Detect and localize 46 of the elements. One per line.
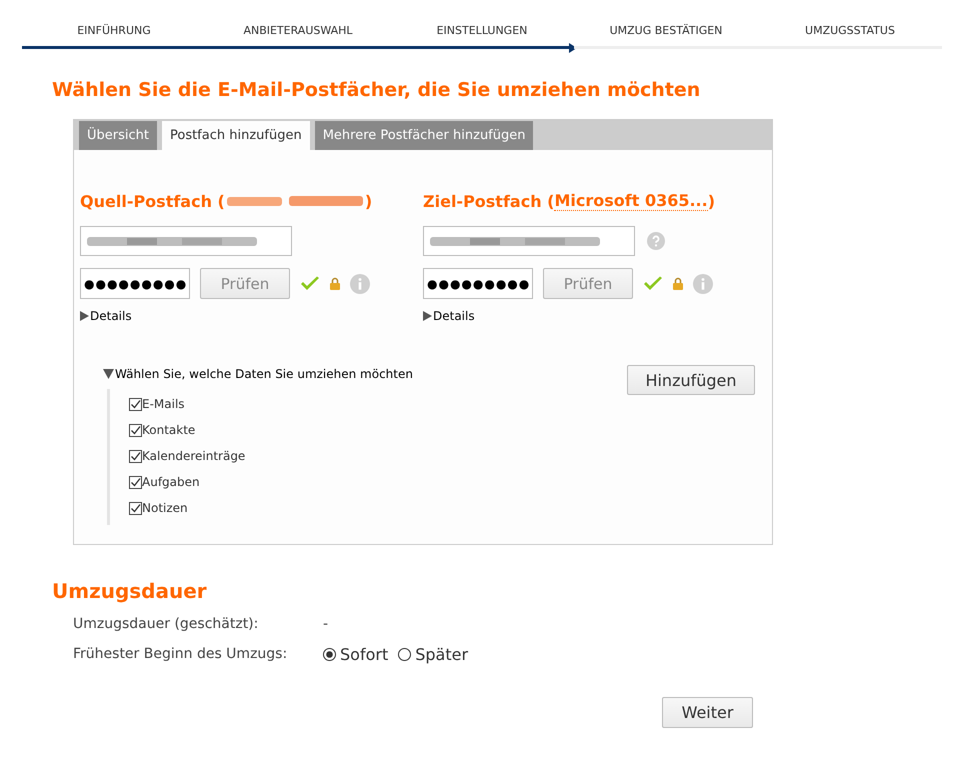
details-toggle[interactable]: Details [423,309,766,323]
step-label: UMZUGSSTATUS [805,23,895,39]
checkbox[interactable] [129,398,142,410]
checkbox[interactable] [129,450,142,462]
radio-button[interactable] [398,648,412,660]
field-label: Frühester Beginn des Umzugs: [73,646,288,662]
email-field[interactable] [80,226,292,256]
mailbox-title: Quell-Postfach ( [80,192,225,210]
blurred-text-icon [226,194,363,208]
data-section-toggle[interactable]: Wählen Sie, welche Daten Sie umziehen möchten [103,367,413,381]
page-heading: Wählen Sie die E-Mail-Postfächer, die Sie umziehen möchten [52,79,702,101]
radio-label: Sofort [340,644,388,664]
mailbox-title: ) [708,192,716,210]
field-value: - [323,616,328,632]
lock-icon [673,277,683,290]
lock-icon [330,277,340,290]
next-button[interactable]: Weiter [662,697,753,728]
tab[interactable]: Postfach hinzufügen [162,121,310,150]
tab[interactable]: Übersicht [79,121,157,150]
checkbox-label: Kontakte [142,423,196,437]
step-label: ANBIETERAUSWAHL [243,23,353,39]
add-button[interactable]: Hinzufügen [627,365,755,395]
checkbox[interactable] [129,502,142,514]
checkbox-label: Kalendereinträge [142,449,246,463]
field-label: Umzugsdauer (geschätzt): [73,616,260,632]
mailbox-title: Ziel-Postfach ( [423,192,554,210]
triangle-icon [80,311,89,321]
blurred-text-icon [87,235,257,247]
tab[interactable]: Mehrere Postfächer hinzufügen [314,121,534,150]
mailbox-title: ) [364,192,372,210]
checkbox[interactable] [129,476,142,488]
triangle-icon [103,369,114,379]
triangle-icon [423,311,432,321]
details-toggle[interactable]: Details [80,309,423,323]
checkbox-label: E-Mails [142,397,185,411]
step-label: EINFÜHRUNG [77,23,151,39]
email-field[interactable] [423,226,635,256]
checkbox[interactable] [129,424,142,436]
step-label: UMZUG BESTÄTIGEN [610,23,722,39]
checkbox-label: Notizen [142,501,188,515]
radio-label: Später [415,644,468,664]
checkbox-label: Aufgaben [142,475,200,489]
radio-button[interactable] [323,648,336,660]
step-label: EINSTELLUNGEN [436,23,528,39]
blurred-text-icon [430,235,600,247]
section-heading: Umzugsdauer [52,579,208,603]
